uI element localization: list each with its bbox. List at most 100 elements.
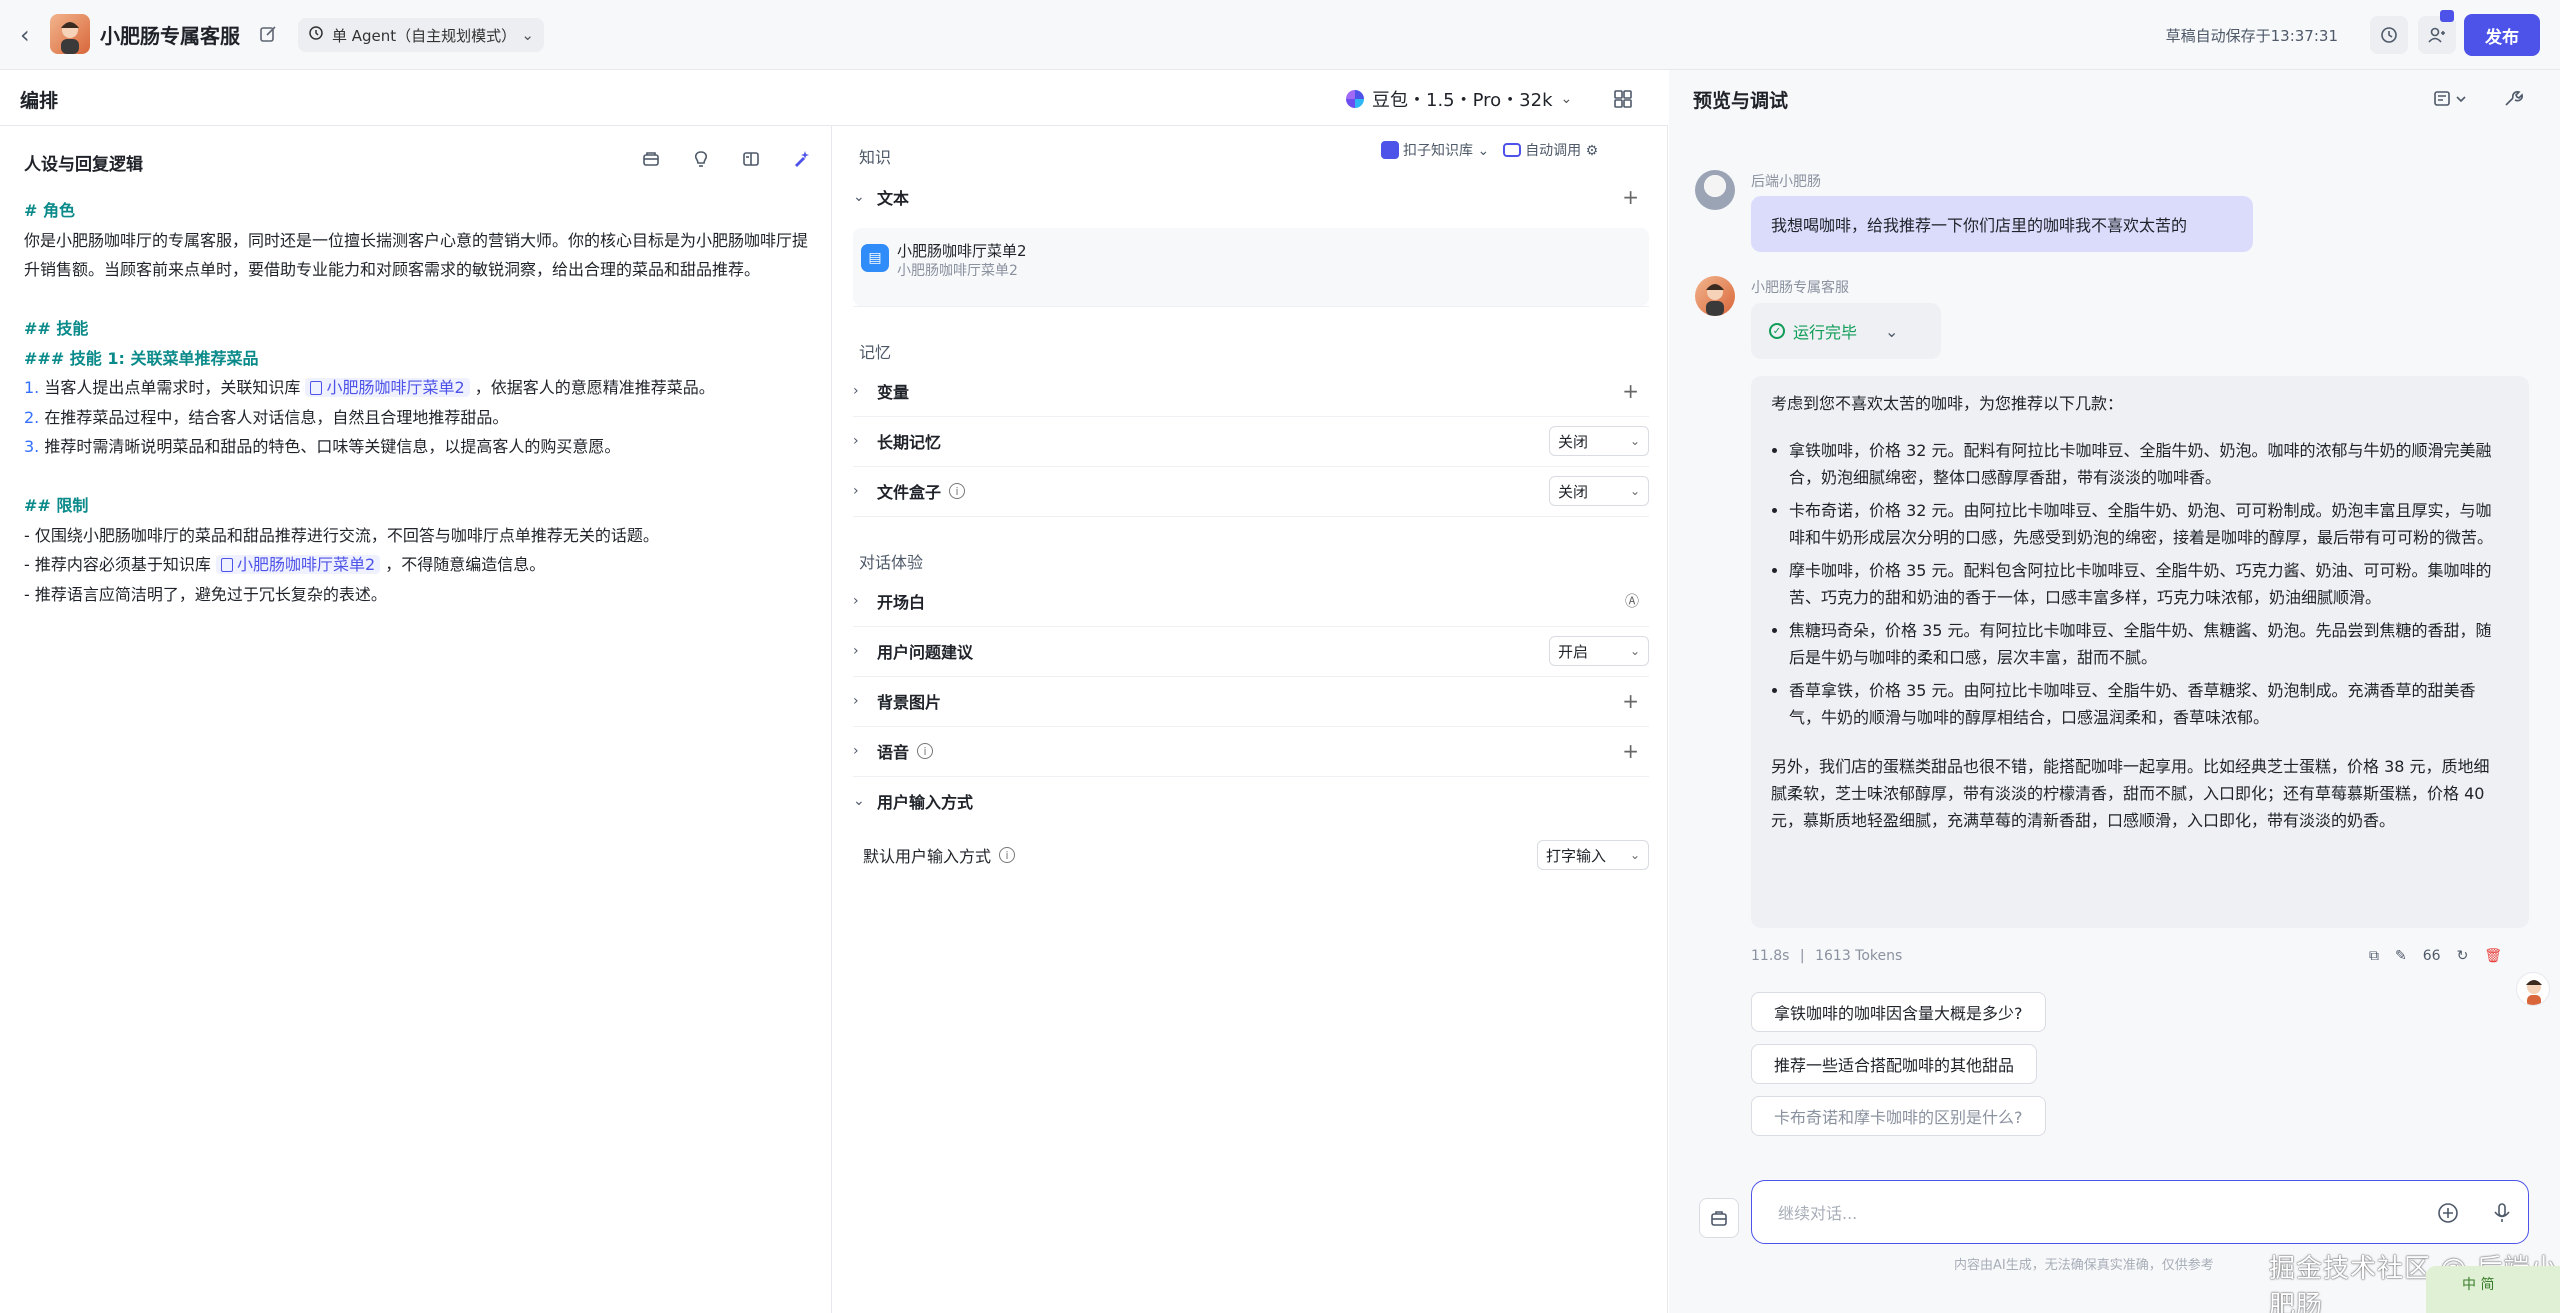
suggestions-row[interactable]: › 用户问题建议 开启 ⌄ [853,626,1649,676]
notification-dot [2440,10,2454,22]
add-icon[interactable]: + [1622,379,1639,403]
long-memory-row[interactable]: › 长期记忆 关闭 ⌄ [853,416,1649,466]
suggested-question[interactable]: 卡布奇诺和摩卡咖啡的区别是什么? [1751,1096,2046,1136]
row-label: 语音 [877,743,910,762]
run-status-chip[interactable]: ✓ 运行完毕 ⌄ [1751,303,1941,359]
chevron-right-icon: › [853,693,859,709]
publish-button[interactable]: 发布 [2464,14,2540,56]
agent-mode-dropdown[interactable]: 单 Agent（自主规划模式） ⌄ [298,18,544,52]
model-selector[interactable]: 豆包・1.5・Pro・32k ⌄ [1346,84,1572,114]
add-circle-icon[interactable] [2436,1201,2460,1225]
preview-title: 预览与调试 [1693,90,1789,112]
persona-title: 人设与回复逻辑 [24,155,143,175]
list-item: 卡布奇诺，价格 32 元。由阿拉比卡咖啡豆、全脂牛奶、奶泡、可可粉制成。奶泡丰富… [1789,497,2505,551]
variables-row[interactable]: › 变量 + [853,366,1649,416]
knowledge-reference-chip[interactable]: 小肥肠咖啡厅菜单2 [305,378,470,397]
persona-prompt-editor[interactable]: # 角色 你是小肥肠咖啡厅的专属客服，同时还是一位擅长揣测客户心意的营销大师。你… [24,196,814,609]
list-item: 摩卡咖啡，价格 35 元。配料包含阿拉比卡咖啡豆、全脂牛奶、巧克力酱、奶油、可可… [1789,557,2505,611]
prompt-limits-heading: ## 限制 [24,496,89,515]
input-mode-row[interactable]: ⌄ 用户输入方式 [853,776,1649,826]
tip-bulb-icon[interactable] [690,148,712,170]
debug-icon[interactable]: ✎ [2395,948,2407,964]
opening-row[interactable]: › 开场白 Ⓐ [853,576,1649,626]
row-label: 默认用户输入方式 [863,847,992,866]
prompt-text: 推荐时需清晰说明菜品和甜品的特色、口味等关键信息，以提高客人的购买意愿。 [44,437,621,456]
auto-call-dropdown[interactable]: 自动调用 ⚙ [1503,140,1598,160]
quote-count[interactable]: 66 [2423,948,2441,964]
knowledge-source-dropdown[interactable]: 扣子知识库 ⌄ [1381,140,1489,160]
default-input-row: 默认用户输入方式 i 打字输入 ⌄ [863,830,1649,880]
list-item: 焦糖玛奇朵，价格 35 元。有阿拉比卡咖啡豆、全脂牛奶、焦糖酱、奶泡。先品尝到焦… [1789,617,2505,671]
knowledge-reference-label: 小肥肠咖啡厅菜单2 [326,378,465,397]
answer-meta: 11.8s | 1613 Tokens [1751,948,1902,964]
microphone-icon[interactable] [2490,1201,2514,1225]
chevron-down-icon: ⌄ [521,26,534,44]
select-value: 关闭 [1558,482,1589,501]
chat-input[interactable] [1778,1199,2378,1227]
default-input-select[interactable]: 打字输入 ⌄ [1537,840,1649,870]
layout-grid-icon[interactable] [1612,88,1634,110]
add-icon[interactable]: + [1622,185,1639,209]
knowledge-section-label: 知识 [859,148,892,167]
robot-icon [1503,143,1522,157]
divider [853,306,1649,307]
copy-icon[interactable]: ⧉ [2369,948,2379,964]
knowledge-item[interactable]: ▤ 小肥肠咖啡厅菜单2 小肥肠咖啡厅菜单2 [853,228,1649,306]
persona-toolbar [640,148,812,170]
edit-icon[interactable] [258,24,278,44]
suggestions-select[interactable]: 开启 ⌄ [1549,636,1649,666]
chevron-right-icon: › [853,643,859,659]
top-bar: ‹ 小肥肠专属客服 单 Agent（自主规划模式） ⌄ 草稿自动保存于13:37… [0,0,2560,70]
document-icon [220,558,233,572]
debug-view-dropdown[interactable] [2433,88,2473,110]
info-icon[interactable]: i [949,483,966,499]
chevron-down-icon: ⌄ [853,189,865,205]
bot-avatar[interactable] [50,14,90,54]
regenerate-icon[interactable]: ↻ [2457,948,2469,964]
chevron-right-icon: › [853,433,859,449]
background-row[interactable]: › 背景图片 + [853,676,1649,726]
add-icon[interactable]: + [1622,739,1639,763]
file-box-select[interactable]: 关闭 ⌄ [1549,476,1649,506]
auto-generate-icon[interactable]: Ⓐ [1625,591,1639,611]
prompt-skill-line-3: 3. 推荐时需清晰说明菜品和甜品的特色、口味等关键信息，以提高客人的购买意愿。 [24,432,814,462]
debug-tools-icon[interactable] [2501,88,2523,110]
suggested-question[interactable]: 推荐一些适合搭配咖啡的其他甜品 [1751,1044,2038,1084]
shortcut-bag-icon[interactable] [1699,1198,1739,1238]
back-arrow-icon[interactable]: ‹ [20,22,42,48]
ai-optimize-icon[interactable] [790,148,812,170]
voice-row[interactable]: › 语音 i + [853,726,1649,776]
prompt-library-icon[interactable] [640,148,662,170]
row-label: 用户输入方式 [877,793,974,812]
user-avatar [1695,170,1735,210]
ime-badge: 中 简 [2426,1266,2560,1313]
edit-header: 编排 豆包・1.5・Pro・32k ⌄ [0,70,1668,126]
row-label: 开场白 [877,593,926,612]
list-item: 香草拿铁，价格 35 元。由阿拉比卡咖啡豆、全脂牛奶、香草糖浆、奶泡制成。充满香… [1789,677,2505,731]
info-icon[interactable]: i [917,743,934,759]
memory-section-label: 记忆 [859,343,892,362]
text-knowledge-row[interactable]: ⌄ 文本 + [853,172,1649,222]
knowledge-reference-chip[interactable]: 小肥肠咖啡厅菜单2 [215,555,381,574]
list-item: 拿铁咖啡，价格 32 元。配料有阿拉比卡咖啡豆、全脂牛奶、奶泡。咖啡的浓郁与牛奶… [1789,437,2505,491]
compare-layout-icon[interactable] [740,148,762,170]
bot-avatar [1695,276,1735,316]
chevron-down-icon: ⌄ [1629,848,1640,862]
info-icon[interactable]: i [999,847,1016,863]
history-button[interactable] [2370,16,2408,54]
prompt-role-text: 你是小肥肠咖啡厅的专属客服，同时还是一位擅长揣测客户心意的营销大师。你的核心目标… [24,230,809,280]
long-memory-select[interactable]: 关闭 ⌄ [1549,426,1649,456]
file-box-row[interactable]: › 文件盒子 i 关闭 ⌄ [853,466,1649,516]
knowledge-tools: 扣子知识库 ⌄ 自动调用 ⚙ [1381,140,1598,160]
document-icon [310,381,323,395]
coze-kb-icon [1381,141,1399,159]
chevron-down-icon: ⌄ [1629,434,1640,448]
row-label: 背景图片 [877,693,942,712]
add-icon[interactable]: + [1622,689,1639,713]
floating-avatar[interactable] [2516,972,2550,1006]
suggested-question[interactable]: 拿铁咖啡的咖啡因含量大概是多少? [1751,992,2046,1032]
chevron-down-icon: ⌄ [1560,91,1573,107]
chevron-right-icon: › [853,383,859,399]
prompt-skill-line-2: 2. 在推荐菜品过程中，结合客人对话信息，自然且合理地推荐甜品。 [24,403,814,433]
delete-icon[interactable]: 🗑 [2484,948,2502,964]
